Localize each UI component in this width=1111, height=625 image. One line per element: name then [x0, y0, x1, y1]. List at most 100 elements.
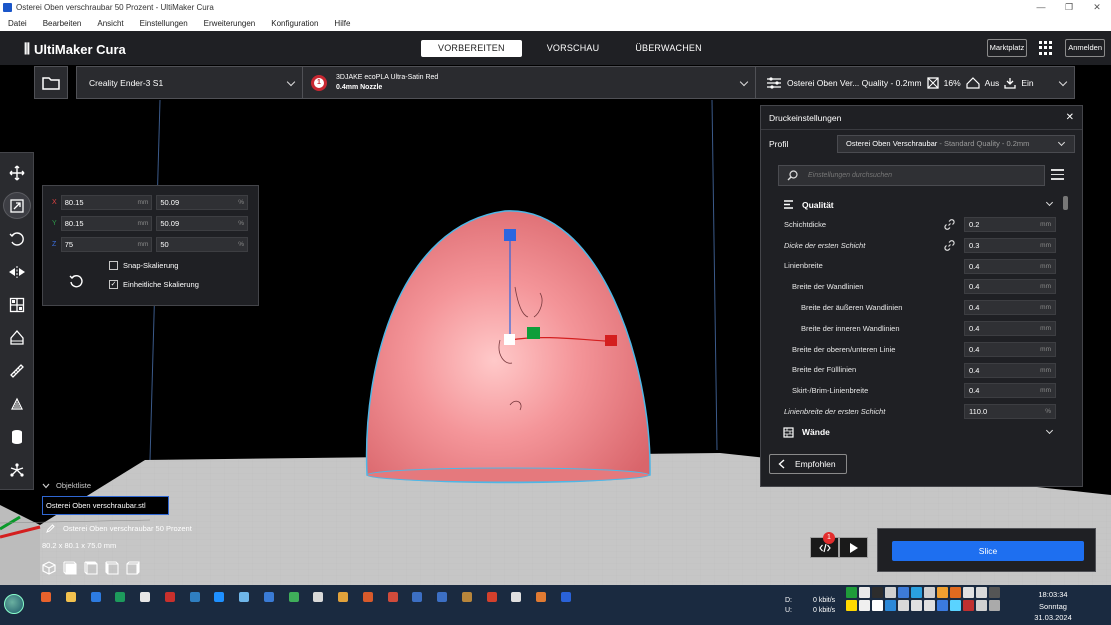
app-icon[interactable] [405, 587, 429, 607]
tray-icon[interactable] [859, 587, 870, 598]
menu-edit[interactable]: Bearbeiten [35, 19, 90, 28]
list-item[interactable]: Osterei Oben verschraubar.stl [42, 496, 169, 515]
tray-icon[interactable] [885, 600, 896, 611]
uniform-scaling-checkbox[interactable]: ✓ [109, 280, 118, 289]
machine-selector[interactable]: Creality Ender-3 S1 [76, 66, 303, 99]
app-icon[interactable] [455, 587, 479, 607]
app-icon[interactable] [381, 587, 405, 607]
menu-view[interactable]: Ansicht [89, 19, 131, 28]
setting-row[interactable]: Schichtdicke 0.2 mm [778, 214, 1058, 235]
open-file-button[interactable] [34, 66, 68, 99]
settings-scrollbar[interactable] [1063, 196, 1068, 210]
close-icon[interactable]: ✕ [1066, 112, 1074, 123]
signin-button[interactable]: Anmelden [1065, 39, 1105, 57]
tree-support-tool[interactable] [3, 456, 31, 483]
profile-selector[interactable]: Osterei Oben Verschraubar - Standard Qua… [837, 135, 1075, 153]
paint-tool[interactable] [3, 390, 31, 417]
tray-icon[interactable] [872, 587, 883, 598]
tray-icon[interactable] [950, 600, 961, 611]
cura-taskbar-icon[interactable] [554, 587, 578, 607]
setting-row[interactable]: Breite der inneren Wandlinien 0.4 mm [778, 318, 1058, 339]
tray-icon[interactable] [872, 600, 883, 611]
app-icon[interactable] [306, 587, 330, 607]
app-icon[interactable] [356, 587, 380, 607]
per-model-settings-tool[interactable] [3, 291, 31, 318]
apps-grid-icon[interactable] [1039, 41, 1053, 55]
scale-x-mm-input[interactable]: 80.15 mm [60, 195, 153, 210]
tray-icon[interactable] [924, 587, 935, 598]
rotate-tool[interactable] [3, 225, 31, 252]
material-selector[interactable]: 1 3DJAKE ecoPLA Ultra-Satin Red 0.4mm No… [303, 66, 756, 99]
setting-value-input[interactable]: 110.0% [964, 404, 1056, 420]
app-icon[interactable] [282, 587, 306, 607]
app-icon[interactable] [232, 587, 256, 607]
tab-monitor[interactable]: ÜBERWACHEN [624, 40, 713, 57]
menu-settings[interactable]: Einstellungen [132, 19, 196, 28]
menu-configuration[interactable]: Konfiguration [263, 19, 326, 28]
link-icon[interactable] [944, 219, 955, 230]
app-icon[interactable] [529, 587, 553, 607]
tray-icon[interactable] [950, 587, 961, 598]
app-icon[interactable] [331, 587, 355, 607]
setting-value-input[interactable]: 0.4 mm [964, 258, 1056, 274]
category-quality[interactable]: Qualität [778, 195, 1058, 214]
setting-row[interactable]: Breite der äußeren Wandlinien 0.4 mm [778, 297, 1058, 318]
outlook-icon[interactable] [84, 587, 108, 607]
menu-file[interactable]: Datei [0, 19, 35, 28]
inkscape-icon[interactable] [133, 587, 157, 607]
menu-help[interactable]: Hilfe [326, 19, 358, 28]
view-front-icon[interactable] [63, 561, 77, 575]
scale-y-percent-input[interactable]: 50.09% [156, 216, 248, 231]
tray-icon[interactable] [898, 587, 909, 598]
view-left-icon[interactable] [105, 561, 119, 575]
uniform-scaling-option[interactable]: ✓ Einheitliche Skalierung [109, 276, 252, 293]
start-button[interactable] [4, 594, 24, 614]
link-icon[interactable] [944, 239, 955, 251]
scale-tool[interactable] [2, 192, 31, 220]
tray-icon[interactable] [859, 600, 870, 611]
play-button[interactable] [839, 537, 868, 558]
support-blocker-tool[interactable] [3, 324, 31, 351]
mirror-tool[interactable] [3, 258, 31, 285]
tray-icon[interactable] [976, 587, 987, 598]
settings-search-input[interactable]: Einstellungen durchsuchen [778, 165, 1045, 186]
marketplace-button[interactable]: Marktplatz [986, 39, 1028, 57]
move-tool[interactable] [3, 159, 31, 186]
setting-row[interactable]: Breite der Wandlinien 0.4 mm [778, 276, 1058, 297]
setting-row[interactable]: Breite der oberen/unteren Linie 0.4 mm [778, 339, 1058, 360]
settings-menu-icon[interactable] [1051, 169, 1064, 183]
recommended-button[interactable]: Empfohlen [769, 454, 847, 474]
tray-icon[interactable] [963, 587, 974, 598]
snap-scaling-option[interactable]: Snap-Skalierung [109, 257, 252, 274]
tray-icon[interactable] [937, 587, 948, 598]
app-icon[interactable] [183, 587, 207, 607]
measure-tool[interactable] [3, 357, 31, 384]
setting-value-input[interactable]: 0.4 mm [964, 300, 1056, 316]
close-window-button[interactable]: ✕ [1083, 0, 1111, 15]
setting-value-input[interactable]: 0.3 mm [964, 237, 1056, 253]
excel-icon[interactable] [108, 587, 132, 607]
tray-icon[interactable] [898, 600, 909, 611]
menu-extensions[interactable]: Erweiterungen [196, 19, 264, 28]
setting-row[interactable]: Skirt-/Brim-Linienbreite 0.4 mm [778, 380, 1058, 401]
firefox-icon[interactable] [34, 587, 58, 607]
scale-y-mm-input[interactable]: 80.15 mm [60, 216, 153, 231]
setting-value-input[interactable]: 0.4 mm [964, 341, 1056, 357]
setting-row[interactable]: Linienbreite der ersten Schicht 110.0% [778, 401, 1058, 422]
tray-icon[interactable] [937, 600, 948, 611]
tab-preview[interactable]: VORSCHAU [536, 40, 611, 57]
app-icon[interactable] [257, 587, 281, 607]
tray-icon[interactable] [976, 600, 987, 611]
tray-icon[interactable] [924, 600, 935, 611]
view-right-icon[interactable] [126, 561, 140, 575]
minimize-button[interactable]: — [1027, 0, 1055, 15]
object-list-header[interactable]: Objektliste [42, 481, 242, 490]
setting-value-input[interactable]: 0.4 mm [964, 362, 1056, 378]
tray-icon[interactable] [885, 587, 896, 598]
reset-scale-button[interactable] [68, 273, 84, 291]
job-name[interactable]: Osterei Oben verschraubar 50 Prozent [46, 524, 192, 533]
cylinder-tool[interactable] [3, 423, 31, 450]
tray-icon[interactable] [846, 587, 857, 598]
tray-icon[interactable] [989, 587, 1000, 598]
scale-x-percent-input[interactable]: 50.09% [156, 195, 248, 210]
